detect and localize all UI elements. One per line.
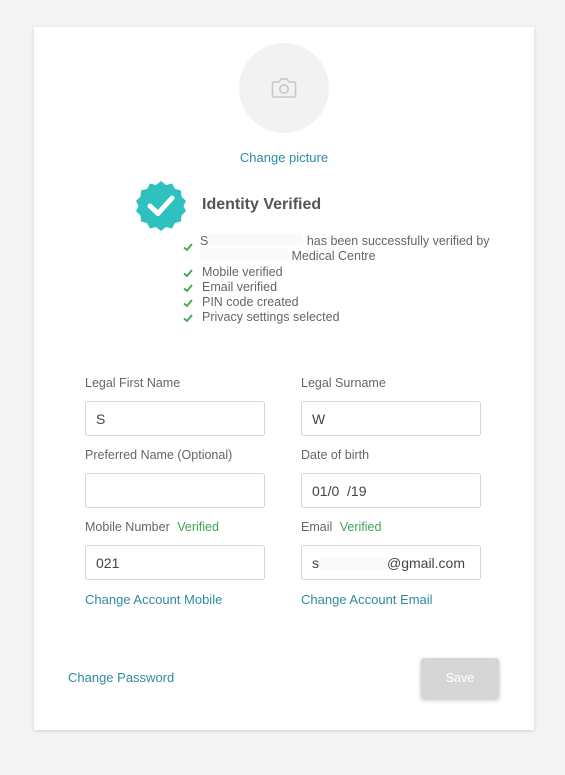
change-mobile-link[interactable]: Change Account Mobile: [85, 592, 222, 607]
check-icon: [183, 314, 193, 323]
verification-org: Medical Centre: [291, 249, 376, 263]
mobile-verified-tag: Verified: [177, 520, 219, 534]
change-password-link[interactable]: Change Password: [68, 670, 174, 685]
profile-card: Change picture Identity Verified S has b…: [34, 27, 534, 730]
check-icon: [183, 299, 193, 308]
dob-value: 01/0 /19: [312, 482, 367, 499]
verified-user-name: S: [200, 234, 209, 248]
verification-message: S has been successfully verified by: [200, 233, 490, 248]
check-email-verified: Email verified: [202, 280, 278, 294]
check-icon: [183, 269, 193, 278]
check-mobile-verified: Mobile verified: [202, 265, 283, 279]
change-picture-row: Change picture: [34, 149, 534, 167]
save-button[interactable]: Save: [421, 658, 499, 698]
verification-text: has been successfully verified by: [306, 234, 490, 248]
first-name-label: Legal First Name: [85, 376, 181, 390]
check-icon: [183, 284, 193, 293]
first-name-value: S: [96, 410, 106, 427]
camera-icon: [271, 78, 297, 98]
identity-verified-title: Identity Verified: [202, 196, 322, 213]
verification-org-line: Medical Centre: [200, 248, 376, 263]
email-value-start: s: [312, 554, 319, 571]
mobile-label: Mobile Number: [85, 520, 170, 534]
change-picture-link[interactable]: Change picture: [240, 150, 328, 165]
surname-label: Legal Surname: [301, 376, 386, 390]
email-label-row: Email Verified: [301, 520, 381, 534]
avatar[interactable]: [239, 43, 329, 133]
dob-field[interactable]: 01/0 /19: [301, 473, 481, 508]
dob-label: Date of birth: [301, 448, 370, 462]
email-value-end: @gmail.com: [387, 554, 466, 571]
verified-badge-icon: [136, 181, 186, 231]
surname-field[interactable]: W: [301, 401, 481, 436]
preferred-name-field[interactable]: [85, 473, 265, 508]
mobile-label-row: Mobile Number Verified: [85, 520, 219, 534]
mobile-field[interactable]: 021: [85, 545, 265, 580]
first-name-field[interactable]: S: [85, 401, 265, 436]
check-privacy-selected: Privacy settings selected: [202, 310, 340, 324]
email-label: Email: [301, 520, 333, 534]
mobile-value: 021: [96, 554, 120, 571]
surname-value: W: [312, 410, 326, 427]
check-pin-created: PIN code created: [202, 295, 299, 309]
email-verified-tag: Verified: [339, 520, 382, 534]
check-icon: [183, 243, 193, 252]
email-field[interactable]: s @gmail.com: [301, 545, 481, 580]
change-email-link[interactable]: Change Account Email: [301, 592, 433, 607]
preferred-name-label: Preferred Name (Optional): [85, 448, 233, 462]
